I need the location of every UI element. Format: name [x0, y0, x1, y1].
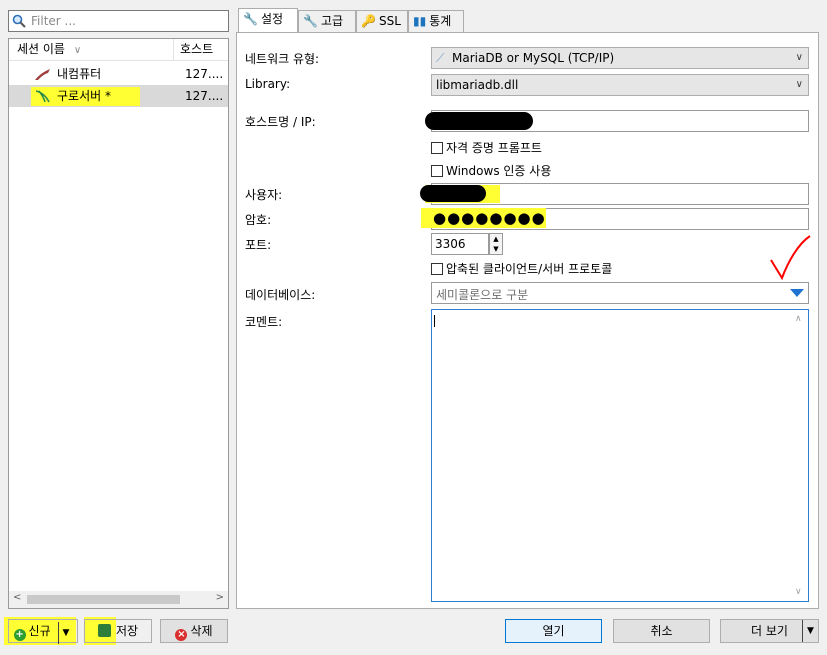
new-session-button[interactable]: + 신규 ▼ — [8, 619, 78, 644]
search-icon — [12, 14, 26, 28]
key-icon: 🔑 — [361, 14, 376, 28]
open-button[interactable]: 열기 — [505, 619, 602, 643]
compression-checkbox[interactable]: 압축된 클라이언트/서버 프로토콜 — [431, 260, 612, 277]
plus-icon: + — [13, 629, 26, 641]
redacted-mark — [420, 185, 486, 202]
chevron-down-icon: ∨ — [795, 52, 803, 63]
tab-ssl[interactable]: 🔑 SSL — [356, 10, 408, 32]
bar-chart-icon: ▮▮ — [413, 14, 427, 28]
tab-advanced[interactable]: 🔧 고급 — [298, 10, 356, 32]
chevron-down-icon: ∨ — [795, 79, 803, 90]
port-label: 포트: — [245, 238, 272, 252]
cancel-button[interactable]: 취소 — [613, 619, 710, 643]
save-disk-icon — [97, 624, 111, 637]
text-caret — [434, 315, 435, 327]
windows-auth-checkbox[interactable]: Windows 인증 사용 — [431, 162, 551, 179]
scroll-thumb[interactable] — [27, 595, 180, 604]
mysql-dolphin-icon: ⟋ — [436, 51, 445, 65]
column-host[interactable]: 호스트 — [174, 39, 228, 61]
vertical-scrollbar[interactable]: ∧ ∨ — [791, 310, 808, 601]
session-host: 127.... — [185, 89, 224, 103]
comment-label: 코멘트: — [245, 315, 283, 329]
delete-button[interactable]: × 삭제 — [160, 619, 228, 643]
session-name: 내컴퓨터 — [57, 67, 102, 81]
spin-up-icon[interactable]: ▲ — [490, 234, 502, 244]
scroll-down-icon[interactable]: ∨ — [795, 587, 802, 597]
settings-panel: 네트워크 유형: MariaDB or MySQL (TCP/IP) ⟋ ∨ L… — [236, 32, 819, 609]
library-label: Library: — [245, 77, 291, 91]
dropdown-arrow-icon[interactable]: ▼ — [58, 622, 72, 644]
scroll-up-icon[interactable]: ∧ — [795, 314, 802, 324]
port-input[interactable]: 3306 — [431, 233, 489, 255]
session-name: 구로서버 * — [57, 89, 111, 103]
mysql-dolphin-icon — [35, 90, 50, 103]
session-list[interactable]: 세션 이름 ∨ 호스트 내컴퓨터 127.... 구로서버 * 127.... … — [8, 38, 229, 609]
password-mask: ●●●●●●●● — [433, 209, 546, 227]
save-button[interactable]: 저장 — [84, 619, 152, 643]
user-label: 사용자: — [245, 188, 283, 202]
dropdown-arrow-icon[interactable] — [790, 289, 804, 297]
host-label: 호스트명 / IP: — [245, 115, 316, 129]
network-type-label: 네트워크 유형: — [245, 52, 320, 66]
port-spinner[interactable]: ▲ ▼ — [489, 233, 503, 255]
scroll-left-icon[interactable]: < — [13, 592, 21, 603]
database-label: 데이터베이스: — [245, 288, 316, 302]
checkmark-annotation-icon — [770, 235, 811, 281]
dropdown-arrow-icon[interactable]: ▼ — [802, 620, 818, 642]
password-label: 암호: — [245, 213, 272, 227]
network-type-select[interactable]: MariaDB or MySQL (TCP/IP) ⟋ ∨ — [431, 47, 809, 69]
horizontal-scrollbar[interactable]: < > — [9, 591, 228, 608]
library-select[interactable]: libmariadb.dll ∨ — [431, 74, 809, 96]
redacted-mark — [425, 112, 533, 130]
tab-statistics[interactable]: ▮▮ 통계 — [408, 10, 464, 32]
scroll-right-icon[interactable]: > — [216, 592, 224, 603]
column-session-name[interactable]: 세션 이름 ∨ — [9, 39, 174, 61]
database-combo[interactable]: 세미콜론으로 구분 — [431, 282, 809, 304]
wrench-icon: 🔧 — [243, 12, 258, 26]
sort-icon: ∨ — [73, 45, 82, 56]
prompt-credentials-checkbox[interactable]: 자격 증명 프롬프트 — [431, 139, 542, 156]
comment-textarea[interactable]: ∧ ∨ — [431, 309, 809, 602]
more-button[interactable]: 더 보기 ▼ — [720, 619, 819, 643]
spin-down-icon[interactable]: ▼ — [490, 244, 502, 254]
filter-input[interactable]: Filter ... — [8, 10, 229, 32]
tab-settings[interactable]: 🔧 설정 — [238, 8, 298, 33]
session-row-selected[interactable]: 구로서버 * 127.... — [9, 85, 228, 107]
session-row[interactable]: 내컴퓨터 127.... — [9, 63, 228, 85]
session-host: 127.... — [185, 67, 224, 81]
delete-x-icon: × — [175, 629, 188, 641]
filter-placeholder: Filter ... — [31, 14, 76, 28]
wrench-orange-icon: 🔧 — [303, 14, 318, 28]
mysql-dolphin-icon — [35, 69, 50, 80]
